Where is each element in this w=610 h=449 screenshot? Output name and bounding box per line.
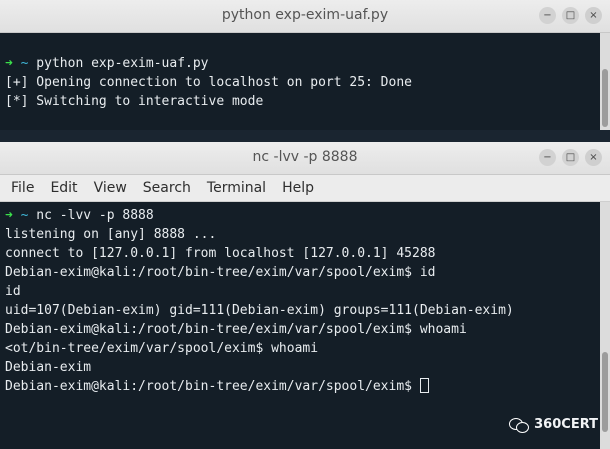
menu-help[interactable]: Help bbox=[274, 180, 322, 196]
menu-bar: File Edit View Search Terminal Help bbox=[0, 175, 610, 202]
wechat-icon bbox=[509, 417, 530, 433]
menu-terminal[interactable]: Terminal bbox=[199, 180, 274, 196]
terminal-line: ➜ ~ nc -lvv -p 8888 bbox=[5, 206, 600, 225]
text-cursor bbox=[419, 378, 429, 393]
scrollbar-thumb[interactable] bbox=[602, 69, 608, 127]
maximize-icon[interactable]: □ bbox=[562, 149, 579, 166]
python-terminal-output[interactable]: ➜ ~ python exp-exim-uaf.py [+] Opening c… bbox=[0, 33, 600, 130]
prompt-text: Debian-exim@kali:/root/bin-tree/exim/var… bbox=[5, 379, 420, 394]
python-window-title: python exp-exim-uaf.py bbox=[221, 7, 389, 23]
python-terminal-window: python exp-exim-uaf.py − □ × ➜ ~ python … bbox=[0, 0, 610, 130]
prompt-arrow-icon: ➜ bbox=[5, 208, 13, 223]
command-text: nc -lvv -p 8888 bbox=[28, 208, 154, 223]
minimize-icon[interactable]: − bbox=[539, 7, 556, 24]
scrollbar-thumb[interactable] bbox=[602, 352, 608, 432]
terminal-line: Debian-exim@kali:/root/bin-tree/exim/var… bbox=[5, 265, 436, 280]
menu-view[interactable]: View bbox=[86, 180, 135, 196]
menu-file[interactable]: File bbox=[3, 180, 42, 196]
nc-terminal-window: nc -lvv -p 8888 − □ × File Edit View Sea… bbox=[0, 142, 610, 449]
terminal-line: <ot/bin-tree/exim/var/spool/exim$ whoami bbox=[5, 341, 319, 356]
menu-search[interactable]: Search bbox=[135, 180, 199, 196]
terminal-line: uid=107(Debian-exim) gid=111(Debian-exim… bbox=[5, 303, 514, 318]
terminal-line: Debian-exim bbox=[5, 360, 92, 375]
nc-window-titlebar[interactable]: nc -lvv -p 8888 − □ × bbox=[0, 142, 610, 175]
python-window-scrollbar[interactable] bbox=[600, 33, 610, 130]
close-icon[interactable]: × bbox=[585, 7, 602, 24]
terminal-line: listening on [any] 8888 ... bbox=[5, 227, 217, 242]
terminal-line: id bbox=[5, 284, 21, 299]
maximize-icon[interactable]: □ bbox=[562, 7, 579, 24]
nc-window-scrollbar[interactable] bbox=[600, 202, 610, 449]
terminal-line: Debian-exim@kali:/root/bin-tree/exim/var… bbox=[5, 322, 467, 337]
python-window-titlebar[interactable]: python exp-exim-uaf.py − □ × bbox=[0, 0, 610, 33]
menu-edit[interactable]: Edit bbox=[42, 180, 85, 196]
terminal-line: [*] Switching to interactive mode bbox=[5, 94, 264, 109]
close-icon[interactable]: × bbox=[585, 149, 602, 166]
terminal-line: [+] Opening connection to localhost on p… bbox=[5, 75, 412, 90]
nc-terminal-output[interactable]: ➜ ~ nc -lvv -p 8888 listening on [any] 8… bbox=[0, 202, 600, 449]
prompt-arrow-icon: ➜ bbox=[5, 56, 13, 71]
minimize-icon[interactable]: − bbox=[539, 149, 556, 166]
watermark-text: 360CERT bbox=[534, 417, 598, 432]
terminal-line: ➜ ~ python exp-exim-uaf.py bbox=[5, 54, 600, 73]
nc-window-title: nc -lvv -p 8888 bbox=[252, 149, 358, 165]
terminal-line: connect to [127.0.0.1] from localhost [1… bbox=[5, 246, 436, 261]
command-text: python exp-exim-uaf.py bbox=[28, 56, 209, 71]
terminal-line: Debian-exim@kali:/root/bin-tree/exim/var… bbox=[5, 377, 600, 396]
watermark: 360CERT bbox=[509, 417, 598, 433]
